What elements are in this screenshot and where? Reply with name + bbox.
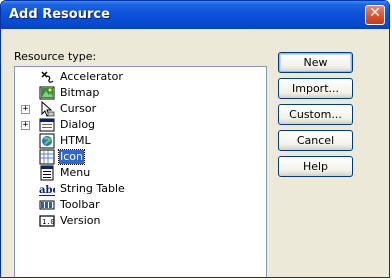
tree-item-menu[interactable]: Menu bbox=[15, 165, 255, 181]
icon-resource-icon bbox=[39, 149, 55, 165]
close-icon: ✕ bbox=[369, 5, 381, 21]
cursor-icon bbox=[41, 101, 55, 117]
tree-item-label: Icon bbox=[58, 149, 85, 165]
accelerator-icon bbox=[41, 71, 54, 83]
tree-item-label: Cursor bbox=[60, 102, 97, 115]
title-bar[interactable]: Add Resource ✕ bbox=[1, 1, 389, 29]
version-icon: 1.0 bbox=[39, 215, 55, 227]
tree-item-string-table[interactable]: abc String Table bbox=[15, 181, 255, 197]
tree-item-label: Dialog bbox=[60, 118, 96, 131]
window-title: Add Resource bbox=[9, 7, 110, 22]
new-button[interactable]: New bbox=[278, 52, 353, 73]
help-button[interactable]: Help bbox=[278, 156, 353, 177]
resource-type-tree[interactable]: Accelerator Bitmap + Cursor + Dialog HTM… bbox=[14, 66, 267, 277]
bitmap-icon bbox=[39, 86, 55, 100]
cancel-button[interactable]: Cancel bbox=[278, 130, 353, 151]
dialog-icon bbox=[39, 118, 55, 132]
tree-item-bitmap[interactable]: Bitmap bbox=[15, 85, 255, 101]
tree-item-label: Accelerator bbox=[60, 70, 123, 83]
import-button[interactable]: Import... bbox=[278, 78, 353, 99]
tree-item-label: String Table bbox=[60, 182, 125, 195]
add-resource-dialog: Add Resource ✕ Resource type: Accelerato… bbox=[0, 0, 390, 278]
tree-item-icon[interactable]: Icon bbox=[15, 149, 255, 165]
resource-type-label: Resource type: bbox=[14, 50, 97, 63]
close-button[interactable]: ✕ bbox=[365, 5, 385, 25]
tree-item-label: HTML bbox=[60, 134, 91, 147]
tree-item-label: Toolbar bbox=[60, 198, 100, 211]
expand-icon[interactable]: + bbox=[21, 121, 30, 130]
tree-item-dialog[interactable]: + Dialog bbox=[15, 117, 255, 133]
tree-item-toolbar[interactable]: Toolbar bbox=[15, 197, 255, 213]
dialog-body: Resource type: Accelerator Bitmap + Curs… bbox=[4, 29, 386, 277]
tree-item-cursor[interactable]: + Cursor bbox=[15, 101, 255, 117]
tree-item-label: Bitmap bbox=[60, 86, 100, 99]
tree-item-html[interactable]: HTML bbox=[15, 133, 255, 149]
tree-item-label: Version bbox=[60, 214, 101, 227]
expand-icon[interactable]: + bbox=[21, 105, 30, 114]
custom-button[interactable]: Custom... bbox=[278, 104, 353, 125]
html-icon bbox=[39, 133, 55, 149]
toolbar-icon bbox=[39, 200, 55, 210]
tree-item-label: Menu bbox=[60, 166, 91, 179]
svg-text:abc: abc bbox=[39, 185, 55, 196]
tree-item-version[interactable]: 1.0 Version bbox=[15, 213, 255, 229]
string-table-icon: abc bbox=[39, 185, 55, 196]
tree-item-accelerator[interactable]: Accelerator bbox=[15, 69, 255, 85]
menu-icon bbox=[40, 165, 54, 181]
svg-text:1.0: 1.0 bbox=[42, 218, 55, 226]
